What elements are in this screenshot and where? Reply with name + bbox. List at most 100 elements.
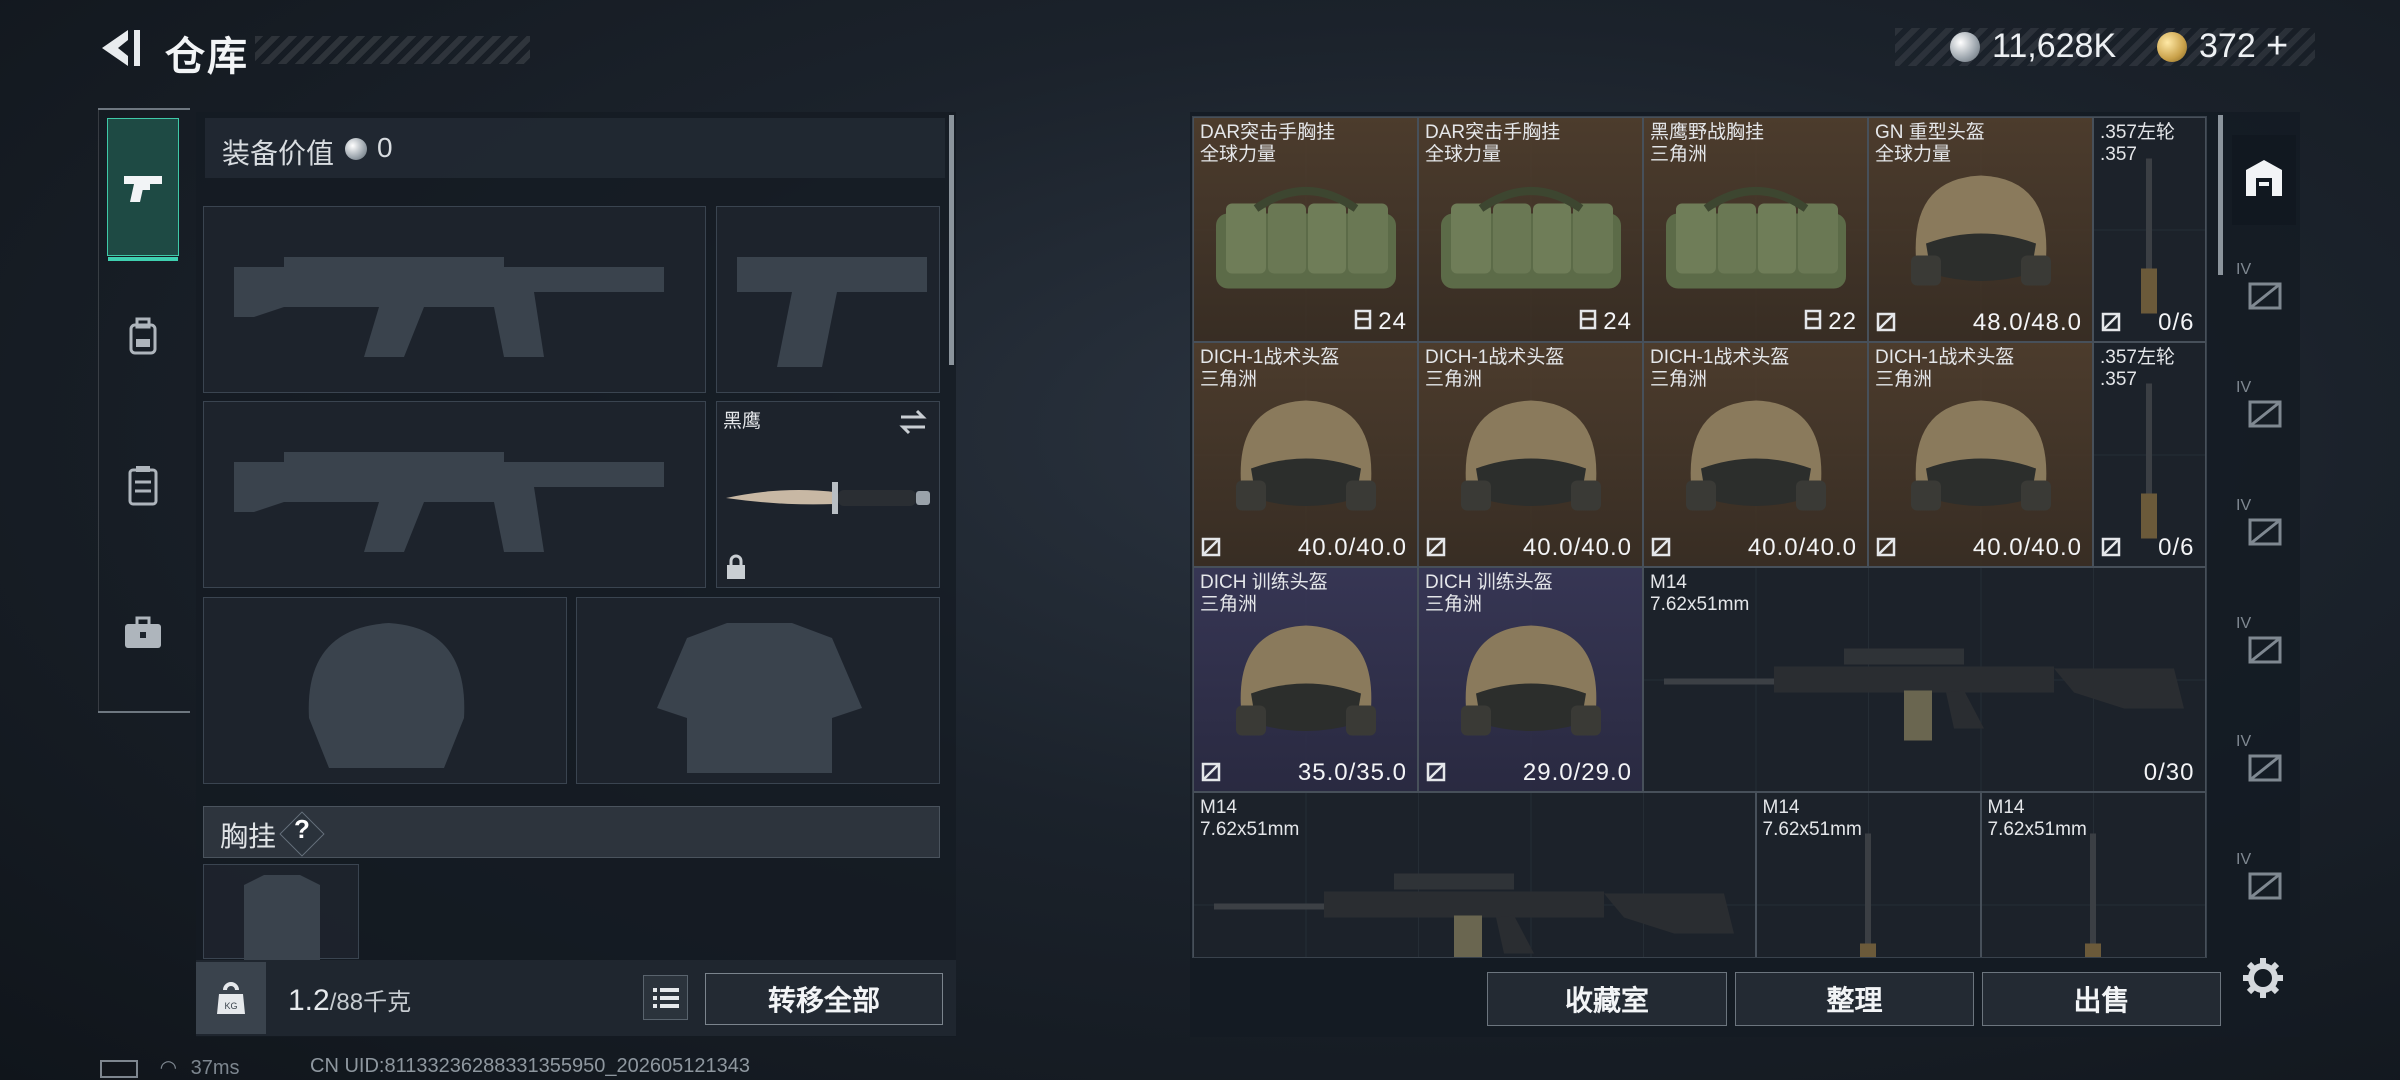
item-stat-value: 24 [1378,307,1407,335]
tier-label: IV [2236,497,2252,514]
gold-coin-icon [2157,32,2187,62]
category-tab-armor[interactable]: IV [2232,371,2296,461]
vest-silhouette-icon [244,875,320,960]
weight-button[interactable]: KG [196,962,266,1034]
helmet-icon [1891,388,2071,543]
item-subtitle: .357 [2100,369,2137,390]
rig-icon [1656,173,1856,308]
scrollbar[interactable] [2218,115,2223,275]
capacity-icon [1577,309,1599,336]
list-icon [653,988,679,1008]
weight-readout: 1.2/88千克 [288,982,411,1018]
kettlebell-icon: KG [217,982,245,1014]
storage-item-helmet[interactable]: DICH-1战术头盔 三角洲 40.0/40.0 [1643,342,1868,567]
chest-rig-slot[interactable] [203,864,359,960]
storage-item-ammo[interactable]: M14 7.62x51mm [1755,792,1981,957]
category-tab-helmet[interactable]: IV [2232,489,2296,579]
item-stat: 24 [1577,308,1632,337]
no-repair-icon [1425,761,1447,783]
ping: 37ms [190,1057,240,1079]
transfer-all-button[interactable]: 转移全部 [705,973,943,1025]
storage-item-helmet[interactable]: DICH 训练头盔 三角洲 35.0/35.0 [1193,567,1418,792]
swap-icon[interactable] [897,408,929,436]
item-stat: 48.0/48.0 [1972,309,2082,336]
storage-item-rig[interactable]: 黑鹰野战胸挂 三角洲 22 [1643,117,1868,342]
gold-add-button[interactable]: + [2266,25,2288,68]
storage-item-rig[interactable]: DAR突击手胸挂 全球力量 24 [1418,117,1643,342]
storage-icon [2242,156,2286,205]
item-stat-value: 24 [1603,307,1632,335]
list-view-button[interactable] [643,975,688,1020]
storage-item-ammo[interactable]: M14 7.62x51mm [1980,792,2206,957]
page-title: 仓库 [165,35,249,79]
storage-item-helmet[interactable]: GN 重型头盔 全球力量 48.0/48.0 [1868,117,2093,342]
tab-chest-rig[interactable] [107,416,179,554]
item-name: DICH 训练头盔 [1425,572,1553,593]
primary-weapon-slot[interactable] [203,206,706,393]
rig-icon [1206,173,1406,308]
storage-item-rifle[interactable]: M14 7.62x51mm [1193,792,1756,957]
item-subtitle: 三角洲 [1875,369,1933,390]
back-button[interactable] [96,26,146,70]
storage-item-rifle[interactable]: M14 7.62x51mm 0/30 [1643,567,2206,792]
rifle-category-icon [2242,274,2286,323]
helmet-icon [1216,613,1396,768]
sort-button[interactable]: 整理 [1735,972,1974,1026]
storage-item-helmet[interactable]: DICH-1战术头盔 三角洲 40.0/40.0 [1868,342,2093,567]
category-tab-misc[interactable]: IV [2232,843,2296,933]
storage-item-helmet[interactable]: DICH 训练头盔 三角洲 29.0/29.0 [1418,567,1643,792]
item-subtitle: 三角洲 [1200,369,1258,390]
storage-item-helmet[interactable]: DICH-1战术头盔 三角洲 40.0/40.0 [1193,342,1418,567]
category-tab-all[interactable] [2232,135,2296,225]
sidearm-slot[interactable] [716,206,940,393]
item-subtitle: 三角洲 [1650,144,1708,165]
category-tab-weapons[interactable]: IV [2232,253,2296,343]
helmet-silhouette-icon [308,623,465,768]
item-label: DICH-1战术头盔 三角洲 [1650,347,1789,391]
gear-icon[interactable] [2240,955,2286,1001]
storage-item-helmet[interactable]: DICH-1战术头盔 三角洲 40.0/40.0 [1418,342,1643,567]
wifi-icon: ◠ [159,1057,178,1079]
storage-item-rig[interactable]: DAR突击手胸挂 全球力量 24 [1193,117,1418,342]
no-repair-icon [1200,536,1222,558]
briefcase-icon [125,616,161,648]
svg-text:KG: KG [224,1001,237,1011]
item-subtitle: 全球力量 [1200,144,1277,165]
tab-toolbox[interactable] [107,564,179,702]
helmet-slot[interactable] [203,597,567,784]
no-repair-icon [1425,536,1447,558]
tier-label: IV [2236,379,2252,396]
help-glyph: ? [294,814,310,844]
scrollbar[interactable] [949,115,954,365]
category-tab-ammo[interactable]: IV [2232,725,2296,815]
melee-slot[interactable]: 黑鹰 [716,401,940,588]
backpack-icon [129,317,157,355]
item-name: M14 [1200,797,1237,818]
vest-icon [128,466,158,506]
item-stat: 0/30 [2143,759,2195,786]
item-stat: 0/6 [2158,534,2195,561]
storage-item-ammo[interactable]: .357左轮 .357 0/6 [2093,117,2206,342]
item-name: M14 [1650,572,1687,593]
status-bar: ◠ 37ms [100,1055,239,1080]
category-tab-medical[interactable]: IV [2232,607,2296,697]
storage-item-ammo[interactable]: .357左轮 .357 0/6 [2093,342,2206,567]
sell-button[interactable]: 出售 [1982,972,2221,1026]
tab-weapons[interactable] [107,118,179,261]
item-label: .357左轮 .357 [2100,122,2175,166]
item-subtitle: 7.62x51mm [1762,819,1862,840]
helmet-icon [1441,388,1621,543]
item-name: GN 重型头盔 [1875,122,1985,143]
silver-amount: 11,628K [1992,27,2117,65]
collection-room-button[interactable]: 收藏室 [1487,972,1727,1026]
tier-label: IV [2236,851,2252,868]
ammo-category-icon [2242,746,2286,795]
tab-backpack[interactable] [107,268,179,406]
body-armor-slot[interactable] [576,597,940,784]
tier-label: IV [2236,615,2252,632]
title-decoration [255,36,530,64]
item-stat: 22 [1802,308,1857,337]
item-name: DAR突击手胸挂 [1425,122,1561,143]
rail-divider [98,108,190,110]
secondary-weapon-slot[interactable] [203,401,706,588]
